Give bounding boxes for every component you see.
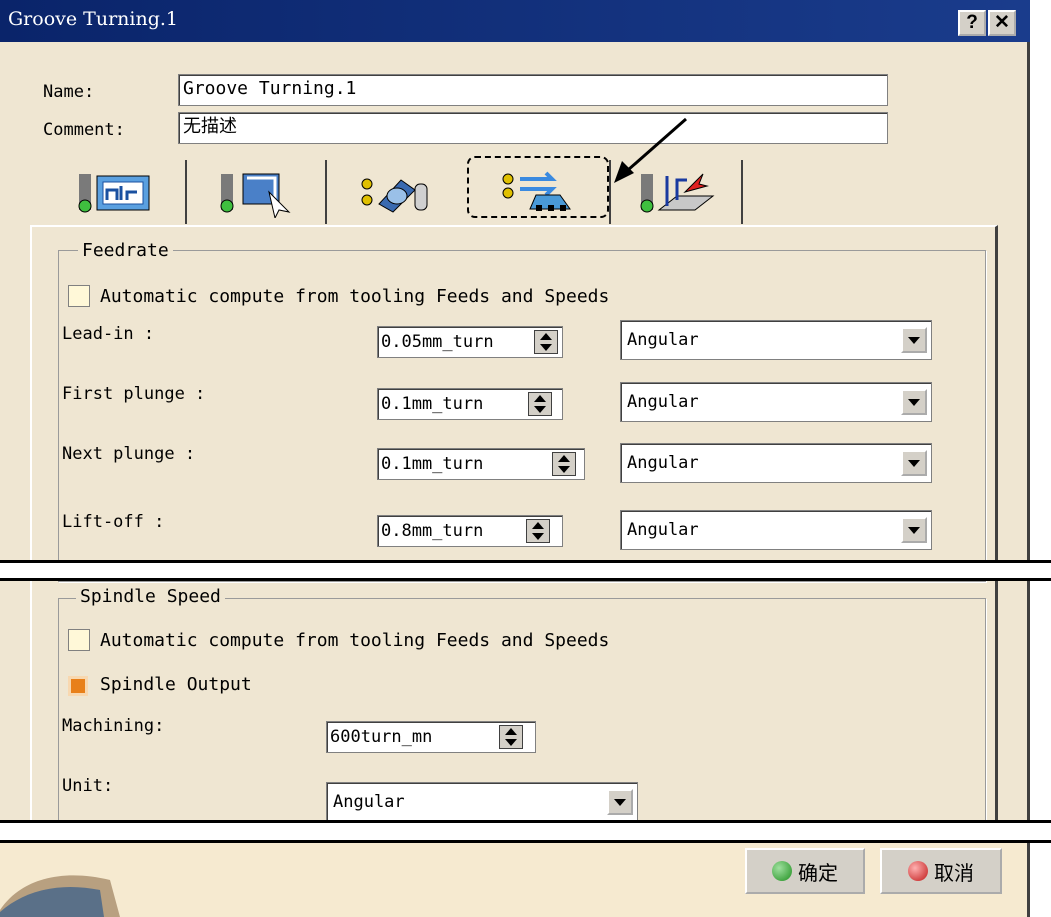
lift-off-label: Lift-off :	[62, 512, 165, 532]
help-button[interactable]: ?	[958, 10, 986, 36]
lead-in-unit-select[interactable]: Angular	[620, 320, 932, 360]
spindle-legend: Spindle Speed	[76, 586, 225, 607]
spindle-unit-select[interactable]: Angular	[326, 782, 638, 822]
crop-gap-bottom	[0, 822, 1051, 840]
tab-tool[interactable]	[345, 160, 445, 224]
ok-label: 确定	[798, 860, 838, 885]
lift-off-unit-select[interactable]: Angular	[620, 510, 932, 550]
chevron-down-icon[interactable]	[607, 789, 633, 815]
window-title: Groove Turning.1	[8, 8, 178, 30]
geometry-tab-icon	[78, 174, 150, 213]
comment-field[interactable]: 无描述	[178, 112, 888, 144]
first-plunge-label: First plunge :	[62, 384, 206, 404]
bottom-bar	[0, 838, 1027, 917]
first-plunge-spin-button[interactable]	[528, 392, 552, 416]
strategy-tab-icon	[220, 173, 291, 218]
cancel-icon	[908, 861, 928, 881]
feeds-speeds-tab-icon	[502, 171, 571, 211]
next-plunge-unit-select[interactable]: Angular	[620, 443, 932, 483]
name-field[interactable]: Groove Turning.1	[178, 74, 888, 106]
spindle-output-checkbox[interactable]	[68, 676, 88, 696]
first-plunge-unit-select[interactable]: Angular	[620, 382, 932, 422]
unit-label: Unit:	[62, 776, 114, 796]
spindle-auto-label: Automatic compute from tooling Feeds and…	[100, 630, 610, 651]
tool-tab-icon	[361, 178, 428, 213]
name-label: Name:	[43, 82, 95, 102]
machining-label: Machining:	[62, 716, 165, 736]
chevron-down-icon[interactable]	[901, 327, 927, 353]
crop-line	[0, 820, 1051, 823]
tab-geometry[interactable]	[68, 160, 158, 224]
spindle-output-label: Spindle Output	[100, 674, 252, 695]
ok-button[interactable]: 确定	[745, 848, 865, 894]
feedrate-auto-checkbox[interactable]	[68, 285, 90, 307]
pointer-arrow-icon	[614, 117, 687, 183]
lift-off-spin-button[interactable]	[526, 519, 550, 543]
ok-icon	[772, 861, 792, 881]
catia-logo-icon	[0, 875, 120, 917]
dialog-window: Groove Turning.1 ? ✕ Name: Groove Turnin…	[0, 0, 1030, 917]
close-button[interactable]: ✕	[988, 10, 1016, 36]
spindle-auto-checkbox[interactable]	[68, 629, 90, 651]
tab-feeds-speeds[interactable]	[467, 156, 609, 218]
crop-line	[0, 578, 1051, 581]
chevron-down-icon[interactable]	[901, 517, 927, 543]
lead-in-spin-button[interactable]	[534, 330, 558, 354]
crop-line	[0, 560, 1051, 563]
next-plunge-label: Next plunge :	[62, 444, 196, 464]
chevron-down-icon[interactable]	[901, 389, 927, 415]
crop-line	[0, 840, 1051, 843]
cancel-button[interactable]: 取消	[880, 848, 1002, 894]
cancel-label: 取消	[934, 860, 974, 885]
machining-spin-button[interactable]	[499, 725, 523, 749]
lead-in-label: Lead-in :	[62, 324, 155, 344]
tab-strategy[interactable]	[205, 160, 305, 224]
feedrate-auto-label: Automatic compute from tooling Feeds and…	[100, 286, 610, 307]
title-bar[interactable]: Groove Turning.1 ? ✕	[0, 0, 1030, 42]
feedrate-legend: Feedrate	[78, 240, 173, 261]
next-plunge-spin-button[interactable]	[552, 452, 576, 476]
comment-label: Comment:	[43, 120, 125, 140]
chevron-down-icon[interactable]	[901, 450, 927, 476]
